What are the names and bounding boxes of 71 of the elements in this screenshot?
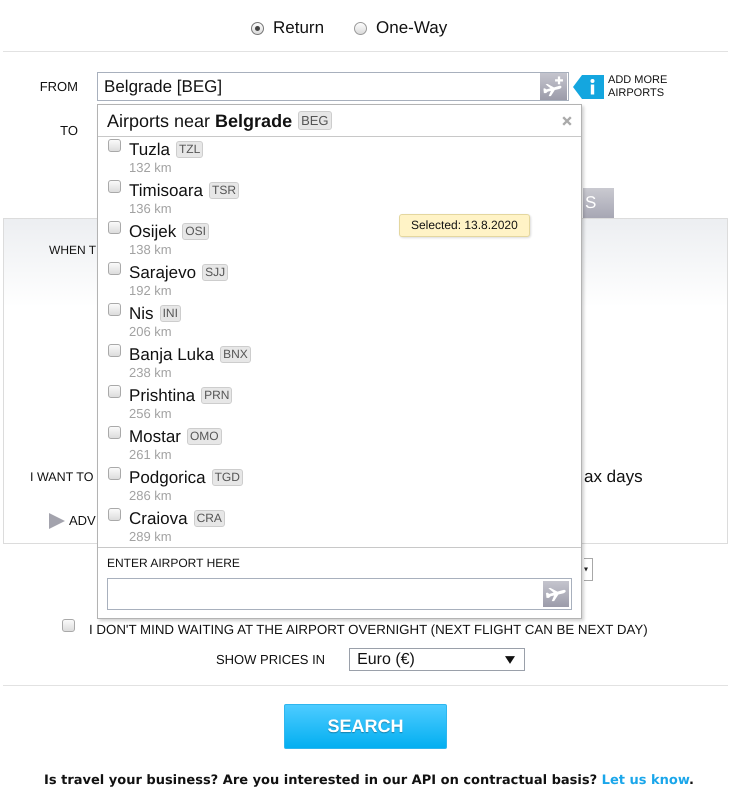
airport-code: BEG bbox=[298, 111, 332, 130]
currency-label: SHOW PRICES IN bbox=[216, 652, 326, 667]
airport-name[interactable]: Tuzla bbox=[129, 140, 170, 160]
triangle-icon[interactable] bbox=[49, 513, 65, 529]
advanced-link[interactable]: ADV bbox=[69, 513, 96, 529]
radio-label[interactable]: One-Way bbox=[376, 18, 448, 38]
popup-title: Airports near Belgrade bbox=[107, 110, 292, 132]
stay-label: I WANT TO bbox=[30, 470, 94, 484]
caret-icon bbox=[505, 656, 516, 664]
airport-name[interactable]: Mostar bbox=[129, 426, 181, 446]
airport-name[interactable]: Sarajevo bbox=[129, 262, 196, 282]
from-field[interactable]: Belgrade [BEG] bbox=[97, 72, 569, 101]
airport-input-field[interactable] bbox=[107, 578, 572, 610]
checkbox[interactable] bbox=[108, 508, 121, 521]
checkbox[interactable] bbox=[62, 619, 75, 632]
airport-name[interactable]: Prishtina bbox=[129, 386, 196, 406]
from-label: FROM bbox=[40, 79, 78, 94]
distance-text: 238 km bbox=[129, 365, 172, 381]
checkbox[interactable] bbox=[108, 344, 121, 357]
checkbox[interactable] bbox=[108, 303, 121, 316]
info-icon[interactable] bbox=[573, 74, 604, 98]
checkbox[interactable] bbox=[108, 426, 121, 439]
dropdown-field[interactable] bbox=[584, 558, 593, 581]
checkbox[interactable] bbox=[108, 221, 121, 234]
airport-code: CRA bbox=[194, 510, 225, 527]
close-icon[interactable] bbox=[562, 116, 572, 126]
distance-text: 256 km bbox=[129, 406, 172, 422]
currency-select[interactable]: Euro (€) bbox=[349, 648, 526, 671]
add-more-airports-link[interactable]: ADD MORE AIRPORTS bbox=[608, 74, 670, 100]
airport-code: TZL bbox=[176, 141, 204, 158]
airport-name[interactable]: Timisoara bbox=[129, 180, 203, 200]
airport-code: TSR bbox=[209, 182, 239, 199]
checkbox[interactable] bbox=[108, 180, 121, 193]
airport-code: BNX bbox=[220, 346, 251, 363]
radio-button[interactable] bbox=[354, 22, 368, 34]
distance-text: 138 km bbox=[129, 242, 172, 258]
to-label: TO bbox=[60, 123, 78, 138]
checkbox[interactable] bbox=[108, 262, 121, 275]
add-airport-button[interactable] bbox=[540, 73, 567, 100]
plane-plus-icon bbox=[543, 76, 564, 97]
footer-text: Is travel your business? Are you interested in our API on contractual basis? Let us know. bbox=[44, 772, 694, 790]
distance-text: 286 km bbox=[129, 488, 172, 504]
checkbox[interactable] bbox=[108, 385, 121, 398]
airport-code: SJJ bbox=[202, 264, 228, 281]
airport-name[interactable]: Osijek bbox=[129, 222, 176, 242]
airport-name[interactable]: Banja Luka bbox=[129, 344, 214, 364]
date-tooltip: Selected: 13.8.2020 bbox=[399, 214, 530, 237]
days-label: ax days bbox=[584, 467, 643, 487]
distance-text: 192 km bbox=[129, 283, 172, 299]
airport-search-button[interactable] bbox=[543, 581, 569, 607]
distance-text: 289 km bbox=[129, 529, 172, 545]
overnight-label[interactable]: I DON'T MIND WAITING AT THE AIRPORT OVERNIGHT (NEXT FLIGHT CAN BE NEXT DAY) bbox=[89, 622, 648, 637]
airport-code: OSI bbox=[182, 223, 209, 240]
radio-label[interactable]: Return bbox=[273, 18, 324, 38]
distance-text: 132 km bbox=[129, 160, 172, 176]
airport-code: PRN bbox=[201, 387, 232, 404]
caret-icon bbox=[584, 567, 588, 572]
airport-name[interactable]: Craiova bbox=[129, 508, 188, 528]
airport-code: OMO bbox=[186, 428, 222, 445]
distance-text: 206 km bbox=[129, 324, 172, 340]
airport-code: TGD bbox=[212, 469, 243, 486]
radio-button[interactable] bbox=[251, 22, 264, 34]
airport-name[interactable]: Podgorica bbox=[129, 468, 206, 488]
checkbox[interactable] bbox=[108, 467, 121, 480]
airport-name[interactable]: Nis bbox=[129, 304, 154, 324]
distance-text: 261 km bbox=[129, 447, 172, 463]
when-label: WHEN T bbox=[49, 243, 96, 257]
airport-code: INI bbox=[160, 305, 181, 322]
enter-airport-label: ENTER AIRPORT HERE bbox=[107, 556, 240, 570]
checkbox[interactable] bbox=[108, 139, 121, 152]
distance-text: 136 km bbox=[129, 201, 172, 217]
